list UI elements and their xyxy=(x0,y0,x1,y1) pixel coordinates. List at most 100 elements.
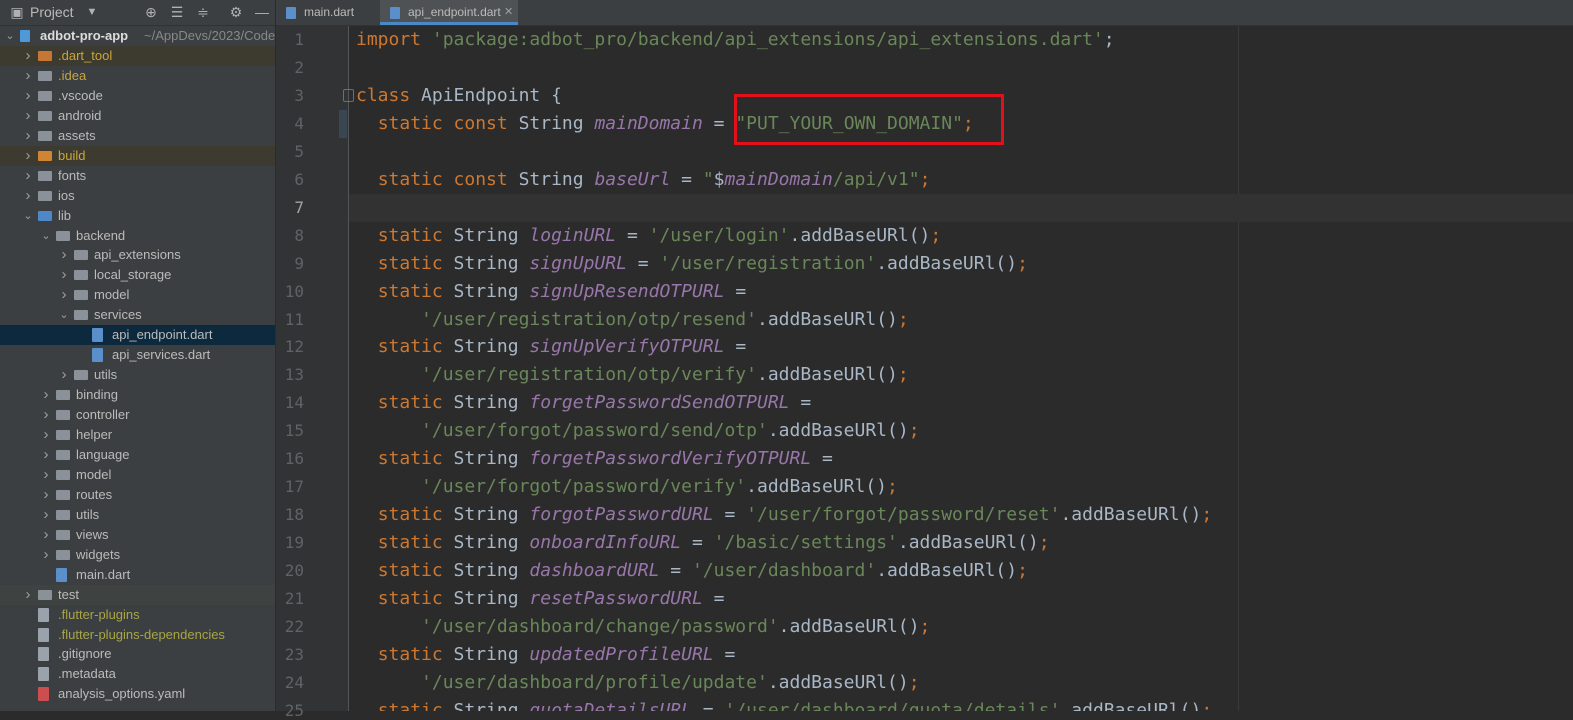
code-line: static String signUpURL = '/user/registr… xyxy=(356,250,1028,278)
code-token: ; xyxy=(930,224,942,246)
code-token: '/user/registration/otp/resend' xyxy=(421,308,757,330)
tree-item-ios[interactable]: › ios xyxy=(0,186,275,206)
tree-item-android[interactable]: › android xyxy=(0,106,275,126)
tree-item-backend[interactable]: ⌄ backend xyxy=(0,226,275,246)
tree-item-metadata[interactable]: .metadata xyxy=(0,664,275,684)
folder-icon xyxy=(56,449,70,460)
tree-item-services[interactable]: ⌄ services xyxy=(0,305,275,325)
chevron-down-icon[interactable]: ⌄ xyxy=(58,305,70,325)
tree-item-widgets[interactable]: › widgets xyxy=(0,545,275,565)
chevron-down-icon[interactable]: ⌄ xyxy=(4,26,16,46)
code-token: static xyxy=(377,280,454,302)
folder-icon xyxy=(38,190,52,201)
chevron-right-icon[interactable]: › xyxy=(22,86,34,106)
code-token: static xyxy=(377,336,454,358)
code-line: static String loginURL = '/user/login'.a… xyxy=(356,222,942,250)
tree-item-label: .metadata xyxy=(58,666,116,682)
tree-item-fonts[interactable]: › fonts xyxy=(0,166,275,186)
chevron-right-icon[interactable]: › xyxy=(40,385,52,405)
tree-item-gitignore[interactable]: .gitignore xyxy=(0,644,275,664)
code-token: = xyxy=(713,643,736,665)
code-token: .addBaseURl() xyxy=(746,476,888,498)
tree-item-binding[interactable]: › binding xyxy=(0,385,275,405)
chevron-right-icon[interactable]: › xyxy=(58,265,70,285)
folder-icon xyxy=(38,170,52,181)
chevron-right-icon[interactable]: › xyxy=(22,186,34,206)
chevron-down-icon[interactable]: ⌄ xyxy=(40,226,52,246)
tree-item-flutter-plugins[interactable]: .flutter-plugins xyxy=(0,605,275,625)
project-panel: ▣ Project ▼ ⊕ ☰ ≑ ⚙ — ⌄ adbot-pro-app ~/Ap… xyxy=(0,0,276,711)
project-view-selector[interactable]: Project xyxy=(30,4,74,20)
line-number: 2 xyxy=(294,57,304,77)
chevron-right-icon[interactable]: › xyxy=(58,365,70,385)
chevron-right-icon[interactable]: › xyxy=(40,485,52,505)
code-token: ; xyxy=(908,671,920,693)
chevron-down-icon[interactable]: ▼ xyxy=(83,3,101,21)
chevron-right-icon[interactable]: › xyxy=(22,126,34,146)
expand-all-icon[interactable]: ☰ xyxy=(168,3,186,21)
tree-item-api-endpoint-dart[interactable]: api_endpoint.dart xyxy=(0,325,275,346)
text-file-icon xyxy=(38,627,49,642)
tree-item-helper[interactable]: › helper xyxy=(0,425,275,445)
chevron-right-icon[interactable]: › xyxy=(22,166,34,186)
tree-item-dart-tool[interactable]: › .dart_tool xyxy=(0,45,275,66)
tree-item-analysis-options-yaml[interactable]: analysis_options.yaml xyxy=(0,684,275,704)
chevron-right-icon[interactable]: › xyxy=(40,465,52,485)
line-number: 17 xyxy=(284,477,304,497)
tab-api-endpoint-dart[interactable]: api_endpoint.dart ✕ xyxy=(380,0,518,25)
chevron-right-icon[interactable]: › xyxy=(40,525,52,545)
tree-item-views[interactable]: › views xyxy=(0,525,275,545)
tree-item-adbot-pro-app[interactable]: ⌄ adbot-pro-app ~/AppDevs/2023/Code xyxy=(0,26,275,46)
tree-item-test[interactable]: › test xyxy=(0,584,275,605)
collapse-all-icon[interactable]: ≑ xyxy=(194,3,212,21)
line-number: 8 xyxy=(294,225,304,245)
tree-item-utils[interactable]: › utils xyxy=(0,505,275,525)
folder-icon xyxy=(38,70,52,81)
locate-file-icon[interactable]: ⊕ xyxy=(142,3,160,21)
chevron-right-icon[interactable]: › xyxy=(40,425,52,445)
editor-tab-bar: main.dart api_endpoint.dart ✕ xyxy=(276,0,1573,26)
tree-item-api-services-dart[interactable]: api_services.dart xyxy=(0,345,275,365)
gear-icon[interactable]: ⚙ xyxy=(227,3,245,21)
code-token: signUpVerifyOTPURL xyxy=(529,336,725,358)
fold-icon[interactable] xyxy=(343,89,354,102)
tree-item-flutter-plugins-dependencies[interactable]: .flutter-plugins-dependencies xyxy=(0,625,275,645)
line-number: 14 xyxy=(284,393,304,413)
chevron-right-icon[interactable]: › xyxy=(22,585,34,605)
code-token: '/user/forgot/password/send/otp' xyxy=(421,420,768,442)
chevron-right-icon[interactable]: › xyxy=(22,146,34,166)
tree-item-lib[interactable]: ⌄ lib xyxy=(0,206,275,226)
chevron-right-icon[interactable]: › xyxy=(22,106,34,126)
chevron-right-icon[interactable]: › xyxy=(22,46,34,66)
chevron-right-icon[interactable]: › xyxy=(58,285,70,305)
tree-item-api-extensions[interactable]: › api_extensions xyxy=(0,245,275,265)
code-token: static xyxy=(377,560,454,582)
code-token: forgetPasswordVerifyOTPURL xyxy=(529,448,812,470)
tree-item-language[interactable]: › language xyxy=(0,445,275,465)
chevron-right-icon[interactable]: › xyxy=(22,66,34,86)
tree-item-idea[interactable]: › .idea xyxy=(0,66,275,86)
tree-item-model[interactable]: › model xyxy=(0,465,275,485)
chevron-right-icon[interactable]: › xyxy=(40,545,52,565)
tab-main-dart[interactable]: main.dart xyxy=(276,0,380,25)
tree-item-utils[interactable]: › utils xyxy=(0,365,275,385)
chevron-down-icon[interactable]: ⌄ xyxy=(22,206,34,226)
tree-item-vscode[interactable]: › .vscode xyxy=(0,86,275,106)
tree-item-model[interactable]: › model xyxy=(0,285,275,305)
tree-item-local-storage[interactable]: › local_storage xyxy=(0,265,275,285)
tree-item-main-dart[interactable]: main.dart xyxy=(0,565,275,585)
text-file-icon xyxy=(38,647,49,662)
chevron-right-icon[interactable]: › xyxy=(40,405,52,425)
tree-item-build[interactable]: › build xyxy=(0,145,275,166)
chevron-right-icon[interactable]: › xyxy=(58,245,70,265)
chevron-right-icon[interactable]: › xyxy=(40,445,52,465)
code-line: static String onboardInfoURL = '/basic/s… xyxy=(356,529,1050,557)
close-icon[interactable]: ✕ xyxy=(504,0,513,25)
chevron-right-icon[interactable]: › xyxy=(40,505,52,525)
minimize-icon[interactable]: — xyxy=(253,3,271,21)
tree-item-routes[interactable]: › routes xyxy=(0,485,275,505)
tree-item-controller[interactable]: › controller xyxy=(0,405,275,425)
tree-item-assets[interactable]: › assets xyxy=(0,126,275,146)
